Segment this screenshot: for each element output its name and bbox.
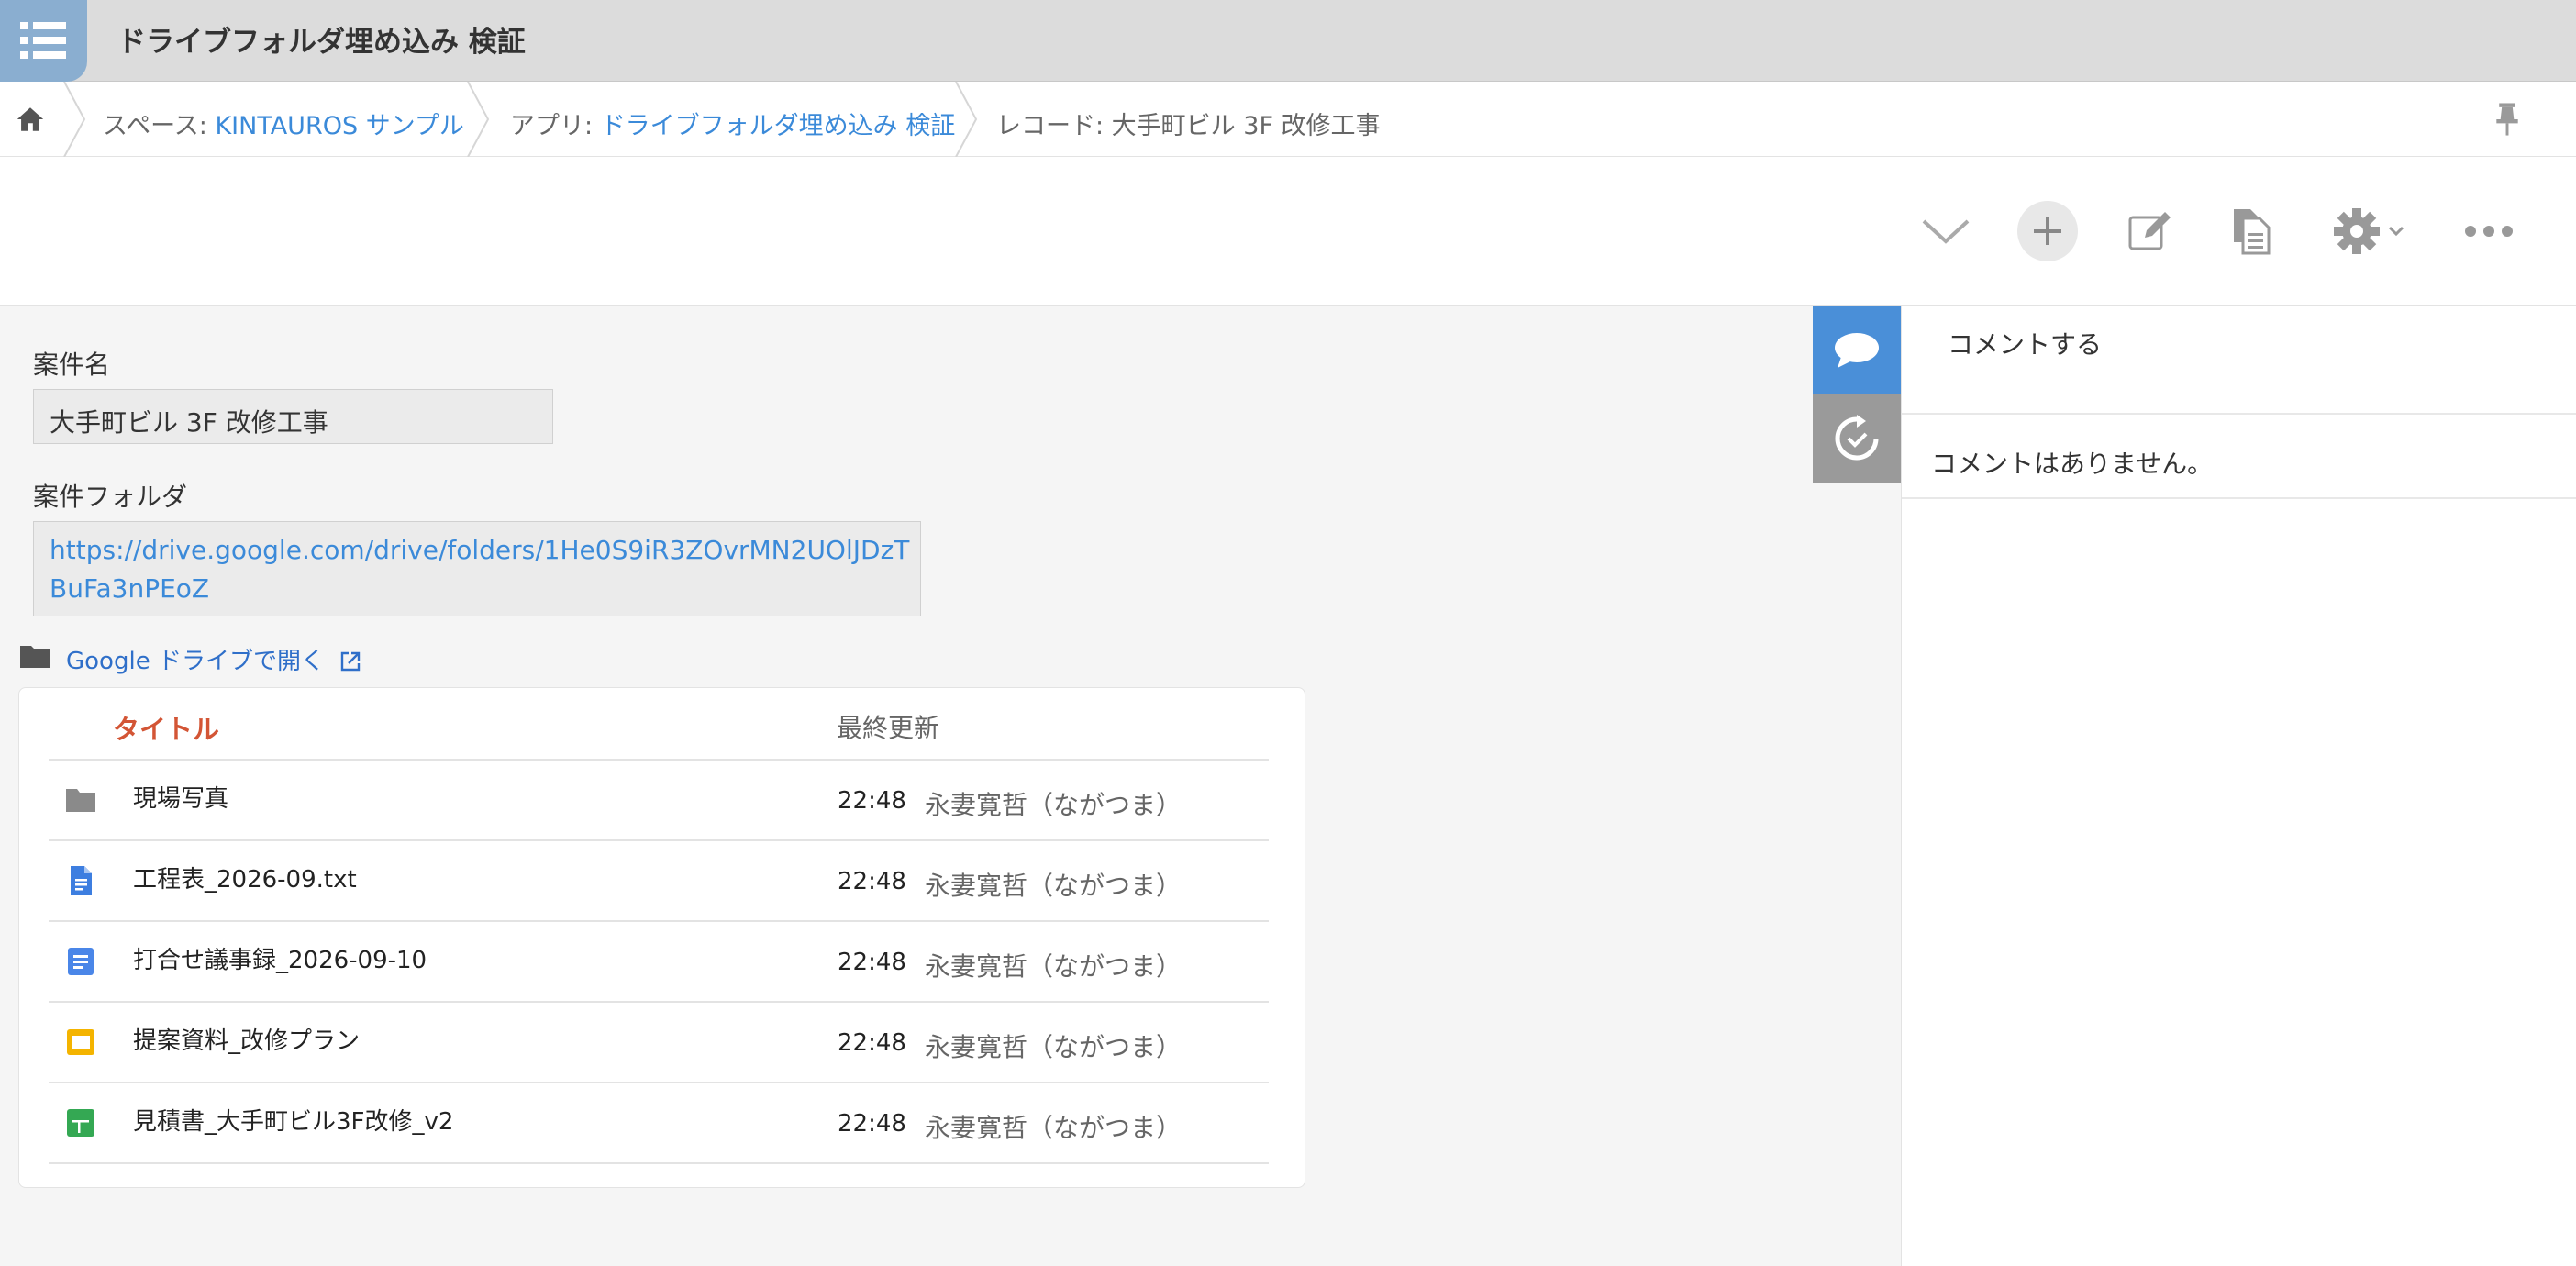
pin-icon[interactable] <box>2493 102 2521 137</box>
google-slides-icon <box>67 1029 94 1055</box>
google-sheets-icon <box>67 1109 94 1137</box>
file-updated-user: 永妻寛哲（ながつま） <box>925 790 1183 820</box>
comments-tab[interactable] <box>1813 306 1901 394</box>
field-name-value: 大手町ビル 3F 改修工事 <box>33 389 553 444</box>
no-comments-message: コメントはありません。 <box>1931 449 2214 479</box>
comment-icon <box>1835 333 1879 368</box>
chevron-down-icon[interactable] <box>1915 201 1976 261</box>
file-row[interactable]: 工程表_2026-09.txt 22:48 永妻寛哲（ながつま） <box>49 841 1269 920</box>
folder-icon <box>20 646 50 668</box>
file-name[interactable]: 工程表_2026-09.txt <box>133 861 357 894</box>
external-link-icon <box>341 651 361 672</box>
chevron-down-icon <box>2388 226 2404 237</box>
breadcrumb-separator <box>63 82 86 157</box>
google-docs-icon <box>68 948 94 975</box>
home-icon[interactable] <box>15 104 46 135</box>
edit-icon <box>2128 212 2171 250</box>
breadcrumb: スペース: KINTAUROS サンプル アプリ: ドライブフォルダ埋め込み 検… <box>0 82 2576 157</box>
file-name[interactable]: 見積書_大手町ビル3F改修_v2 <box>133 1103 453 1137</box>
gear-icon <box>2334 208 2380 254</box>
file-row[interactable]: 見積書_大手町ビル3F改修_v2 22:48 永妻寛哲（ながつま） <box>49 1083 1269 1162</box>
comment-panel: コメントする コメントはありません。 <box>1901 306 2576 1266</box>
file-row[interactable]: 現場写真 22:48 永妻寛哲（ながつま） <box>49 761 1269 839</box>
plus-icon <box>2034 217 2061 245</box>
file-name[interactable]: 提案資料_改修プラン <box>133 1022 360 1056</box>
space-link[interactable]: KINTAUROS サンプル <box>215 112 463 140</box>
app-title: ドライブフォルダ埋め込み 検証 <box>117 26 526 59</box>
column-header-title[interactable]: タイトル <box>113 708 219 747</box>
file-updated-user: 永妻寛哲（ながつま） <box>925 871 1183 901</box>
file-updated-time: 22:48 <box>838 1029 906 1057</box>
folder-url-link[interactable]: https://drive.google.com/drive/folders/1… <box>50 531 921 608</box>
breadcrumb-separator <box>467 82 490 157</box>
file-updated-time: 22:48 <box>838 949 906 976</box>
file-name[interactable]: 打合せ議事録_2026-09-10 <box>133 941 427 975</box>
comment-input[interactable]: コメントする <box>1948 325 2102 361</box>
app-header: ドライブフォルダ埋め込み 検証 <box>0 0 2576 82</box>
list-icon[interactable] <box>0 0 87 82</box>
record-toolbar <box>0 157 2576 306</box>
more-button[interactable] <box>2459 201 2519 261</box>
file-updated-user: 永妻寛哲（ながつま） <box>925 951 1183 982</box>
file-name[interactable]: 現場写真 <box>133 780 228 814</box>
add-record-button[interactable] <box>2017 201 2078 261</box>
file-updated-user: 永妻寛哲（ながつま） <box>925 1113 1183 1143</box>
edit-button[interactable] <box>2119 201 2180 261</box>
open-in-drive-link[interactable]: Google ドライブで開く <box>66 642 361 676</box>
breadcrumb-space: スペース: KINTAUROS サンプル <box>103 112 464 140</box>
folder-icon <box>66 789 95 812</box>
app-link[interactable]: ドライブフォルダ埋め込み 検証 <box>601 112 956 140</box>
history-icon <box>1835 415 1879 461</box>
field-label-folder: 案件フォルダ <box>33 482 188 512</box>
file-row[interactable]: 打合せ議事録_2026-09-10 22:48 永妻寛哲（ながつま） <box>49 922 1269 1001</box>
file-row[interactable]: 提案資料_改修プラン 22:48 永妻寛哲（ながつま） <box>49 1003 1269 1082</box>
field-folder-value: https://drive.google.com/drive/folders/1… <box>33 521 921 616</box>
file-updated-time: 22:48 <box>838 1110 906 1138</box>
side-tabs <box>1813 306 1901 483</box>
column-header-updated[interactable]: 最終更新 <box>837 708 939 745</box>
drive-files-panel: タイトル 最終更新 現場写真 22:48 永妻寛哲（ながつま） 工程表_2026… <box>18 687 1305 1188</box>
more-icon <box>2465 226 2513 237</box>
breadcrumb-record: レコード: 大手町ビル 3F 改修工事 <box>996 112 1381 140</box>
open-in-drive-row: Google ドライブで開く <box>20 639 571 675</box>
file-updated-user: 永妻寛哲（ながつま） <box>925 1032 1183 1062</box>
settings-button[interactable] <box>2323 201 2415 261</box>
copy-icon <box>2234 209 2271 255</box>
field-label-name: 案件名 <box>33 350 111 380</box>
copy-record-button[interactable] <box>2221 201 2282 261</box>
file-updated-time: 22:48 <box>838 868 906 895</box>
text-file-icon <box>71 866 92 895</box>
file-updated-time: 22:48 <box>838 787 906 815</box>
breadcrumb-separator <box>955 82 978 157</box>
breadcrumb-app: アプリ: ドライブフォルダ埋め込み 検証 <box>510 112 956 140</box>
history-tab[interactable] <box>1813 394 1901 483</box>
